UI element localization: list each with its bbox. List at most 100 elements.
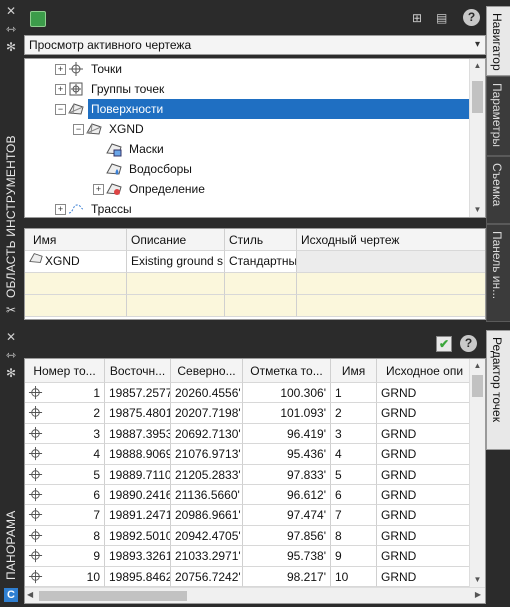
- column-header[interactable]: Имя: [331, 359, 377, 383]
- scroll-right-icon[interactable]: ▶: [475, 590, 481, 599]
- grid-cell[interactable]: 96.612': [243, 485, 331, 506]
- grid-cell[interactable]: 101.093': [243, 403, 331, 424]
- grid-cell[interactable]: 1: [25, 383, 105, 404]
- scroll-thumb[interactable]: [472, 375, 483, 397]
- tools-icon[interactable]: ✂: [4, 303, 18, 317]
- grid-cell[interactable]: 20260.4556': [171, 383, 243, 404]
- grid-cell[interactable]: 2: [25, 403, 105, 424]
- grid-cell[interactable]: 6: [25, 485, 105, 506]
- tab-toolbox[interactable]: Панель ин...: [486, 224, 510, 322]
- grid-cell[interactable]: 4: [331, 444, 377, 465]
- grid-cell[interactable]: 19857.2577': [105, 383, 171, 404]
- auto-hide-icon[interactable]: ⇿: [4, 348, 18, 362]
- grid-cell[interactable]: 21076.9713': [171, 444, 243, 465]
- grid-cell[interactable]: 8: [25, 525, 105, 547]
- list-cell[interactable]: [297, 251, 485, 273]
- collapse-icon[interactable]: −: [55, 104, 66, 115]
- grid-cell[interactable]: 9: [331, 546, 377, 567]
- grid-cell[interactable]: GRND: [377, 403, 473, 424]
- grid-cell[interactable]: GRND: [377, 505, 473, 526]
- grid-cell[interactable]: 7: [25, 505, 105, 526]
- tab-survey[interactable]: Съемка: [486, 156, 510, 224]
- grid-cell[interactable]: 95.436': [243, 444, 331, 465]
- grid-cell[interactable]: GRND: [377, 485, 473, 506]
- grid-cell[interactable]: 97.856': [243, 525, 331, 547]
- tree-item[interactable]: + Точки: [25, 59, 469, 79]
- column-header[interactable]: Номер то...: [25, 359, 105, 383]
- grid-cell[interactable]: GRND: [377, 546, 473, 567]
- expand-icon[interactable]: +: [55, 84, 66, 95]
- grid-cell[interactable]: 95.738': [243, 546, 331, 567]
- grid-cell[interactable]: 3: [331, 423, 377, 445]
- properties-icon[interactable]: ✻: [4, 366, 18, 380]
- grid-cell[interactable]: 2: [331, 403, 377, 424]
- tree-item[interactable]: + Трассы: [25, 199, 469, 217]
- grid-vertical-scrollbar[interactable]: ▲ ▼: [469, 359, 485, 587]
- grid-cell[interactable]: 19892.5010': [105, 525, 171, 547]
- close-icon[interactable]: ✕: [4, 4, 18, 18]
- tab-settings[interactable]: Параметры: [486, 76, 510, 156]
- list-view-icon[interactable]: ▤: [436, 11, 450, 25]
- tab-point-editor[interactable]: Редактор точек: [486, 330, 510, 450]
- grid-cell[interactable]: 7: [331, 505, 377, 526]
- column-header[interactable]: Исходный чертеж: [297, 229, 485, 251]
- tree-item[interactable]: Водосборы: [25, 159, 469, 179]
- grid-cell[interactable]: 21205.2833': [171, 464, 243, 485]
- grid-cell[interactable]: 20942.4705': [171, 525, 243, 547]
- tree-item[interactable]: + Группы точек: [25, 79, 469, 99]
- grid-cell[interactable]: 19875.4801': [105, 403, 171, 424]
- auto-hide-icon[interactable]: ⇿: [4, 22, 18, 36]
- grid-cell[interactable]: 3: [25, 423, 105, 445]
- tree-item[interactable]: + Определение: [25, 179, 469, 199]
- column-header[interactable]: Исходное опи: [377, 359, 473, 383]
- item-view-icon[interactable]: ⊞: [412, 11, 426, 25]
- scroll-up-icon[interactable]: ▲: [470, 359, 485, 373]
- grid-cell[interactable]: 19887.3953': [105, 423, 171, 445]
- grid-cell[interactable]: 19893.3261': [105, 546, 171, 567]
- grid-cell[interactable]: 97.474': [243, 505, 331, 526]
- grid-cell[interactable]: 6: [331, 485, 377, 506]
- tree-scrollbar[interactable]: ▲ ▼: [469, 59, 485, 217]
- grid-cell[interactable]: 20207.7198': [171, 403, 243, 424]
- grid-cell[interactable]: 20986.9661': [171, 505, 243, 526]
- grid-cell[interactable]: 97.833': [243, 464, 331, 485]
- column-header[interactable]: Имя: [25, 229, 127, 251]
- expand-icon[interactable]: +: [55, 204, 66, 215]
- apply-check-icon[interactable]: ✔: [436, 336, 452, 352]
- tree-item[interactable]: Маски: [25, 139, 469, 159]
- grid-cell[interactable]: GRND: [377, 566, 473, 587]
- grid-horizontal-scrollbar[interactable]: ◀ ▶: [25, 587, 485, 603]
- grid-cell[interactable]: 5: [25, 464, 105, 485]
- properties-icon[interactable]: ✻: [4, 40, 18, 54]
- help-icon[interactable]: ?: [463, 9, 480, 26]
- column-header[interactable]: Отметка то...: [243, 359, 331, 383]
- tab-navigator[interactable]: Навигатор: [486, 6, 510, 76]
- scroll-left-icon[interactable]: ◀: [27, 590, 33, 599]
- grid-cell[interactable]: 5: [331, 464, 377, 485]
- grid-cell[interactable]: 9: [25, 546, 105, 567]
- expand-icon[interactable]: +: [55, 64, 66, 75]
- grid-cell[interactable]: 20756.7242': [171, 566, 243, 587]
- tree-item[interactable]: − XGND: [25, 119, 469, 139]
- grid-cell[interactable]: GRND: [377, 423, 473, 445]
- column-header[interactable]: Описание: [127, 229, 225, 251]
- expand-icon[interactable]: +: [93, 184, 104, 195]
- view-selector[interactable]: Просмотр активного чертежа ▾: [24, 35, 486, 55]
- list-cell[interactable]: Existing ground s: [127, 251, 225, 273]
- scroll-down-icon[interactable]: ▼: [470, 573, 485, 587]
- scroll-thumb[interactable]: [472, 81, 483, 113]
- grid-cell[interactable]: 96.419': [243, 423, 331, 445]
- grid-cell[interactable]: 19890.2416': [105, 485, 171, 506]
- drawing-icon[interactable]: [30, 11, 46, 27]
- scroll-up-icon[interactable]: ▲: [470, 59, 485, 73]
- list-cell[interactable]: XGND: [25, 251, 127, 273]
- grid-cell[interactable]: 100.306': [243, 383, 331, 404]
- grid-cell[interactable]: 19889.7110': [105, 464, 171, 485]
- grid-cell[interactable]: 19895.8462': [105, 566, 171, 587]
- grid-cell[interactable]: 1: [331, 383, 377, 404]
- column-header[interactable]: Северно...: [171, 359, 243, 383]
- help-icon[interactable]: ?: [460, 335, 477, 352]
- grid-cell[interactable]: GRND: [377, 464, 473, 485]
- grid-cell[interactable]: 8: [331, 525, 377, 547]
- grid-cell[interactable]: GRND: [377, 525, 473, 547]
